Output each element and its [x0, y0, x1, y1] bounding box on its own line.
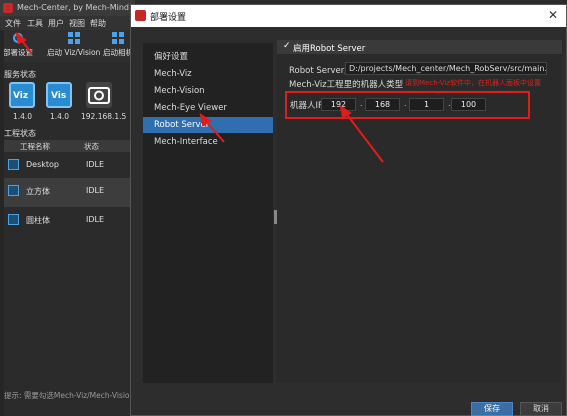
ip-octet-3[interactable]: 1: [409, 98, 444, 111]
cancel-button[interactable]: 取消: [520, 402, 562, 416]
ip-octet-1[interactable]: 192: [321, 98, 356, 111]
enable-label: 启用Robot Server: [293, 44, 366, 54]
close-icon[interactable]: ✕: [548, 8, 558, 22]
save-button[interactable]: 保存: [471, 402, 513, 416]
category-list: 偏好设置 Mech-Viz Mech-Vision Mech-Eye Viewe…: [143, 43, 273, 383]
ip-octet-2[interactable]: 168: [365, 98, 400, 111]
mech-vision-icon[interactable]: Vis: [46, 82, 72, 108]
gear-icon: [12, 32, 24, 44]
project-status-label: 工程状态: [4, 129, 36, 138]
robot-type-note: 请到Mech-Viz软件中，在机器人面板中设置: [405, 79, 542, 87]
main-titlebar: Mech-Center, by Mech-Mind Ltd.: [0, 0, 147, 16]
category-mech-viz[interactable]: Mech-Viz: [143, 66, 273, 82]
menubar: 文件 工具 用户 视图 帮助: [0, 16, 135, 30]
launch-camera-button[interactable]: 启动相机: [103, 32, 133, 58]
project-icon: [8, 214, 19, 225]
deploy-settings-button[interactable]: 部署设置: [3, 32, 33, 58]
menu-file[interactable]: 文件: [5, 18, 21, 29]
camera-ip: 192.168.1.5: [81, 112, 127, 121]
app-logo-icon: [3, 3, 13, 13]
enable-checkbox[interactable]: ✓: [283, 41, 291, 51]
category-robot-server[interactable]: Robot Server: [143, 117, 273, 133]
category-mech-interface[interactable]: Mech-Interface: [143, 134, 273, 150]
dialog-titlebar: 部署设置 ✕: [131, 5, 566, 27]
robot-server-path-field[interactable]: D:/projects/Mech_center/Mech_RobServ/src…: [345, 62, 547, 75]
service-status-label: 服务状态: [4, 70, 36, 79]
ip-dot: .: [404, 99, 407, 108]
main-window-title: Mech-Center, by Mech-Mind Ltd.: [17, 3, 147, 12]
menu-tools[interactable]: 工具: [27, 18, 43, 29]
menu-user[interactable]: 用户: [48, 18, 64, 29]
project-icon: [8, 185, 19, 196]
table-row[interactable]: 圆柱体 IDLE: [4, 207, 135, 233]
col-status: 状态: [84, 142, 99, 151]
enable-robot-server-row[interactable]: ✓ 启用Robot Server: [277, 40, 562, 54]
ip-dot: .: [360, 99, 363, 108]
camera-lens-icon: [88, 87, 110, 104]
col-project-name: 工程名称: [20, 142, 50, 151]
robot-ip-label: 机器人IP: [290, 101, 324, 111]
grid-icon: [67, 32, 80, 44]
table-row[interactable]: 立方体 IDLE: [4, 178, 135, 207]
toolbar: 部署设置 启动 Viz/Vision 启动相机: [0, 30, 135, 62]
category-preferences[interactable]: 偏好设置: [143, 49, 273, 65]
project-icon: [8, 159, 19, 170]
launch-viz-vision-button[interactable]: 启动 Viz/Vision: [47, 32, 100, 58]
dialog-app-icon: [135, 10, 146, 21]
grid-icon: [112, 32, 124, 44]
robot-type-label: Mech-Viz工程里的机器人类型: [289, 80, 404, 90]
menu-view[interactable]: 视图: [69, 18, 85, 29]
mech-viz-icon[interactable]: Viz: [9, 82, 35, 108]
menu-help[interactable]: 帮助: [90, 18, 106, 29]
camera-icon[interactable]: [86, 82, 112, 108]
category-mech-vision[interactable]: Mech-Vision: [143, 83, 273, 99]
hint-text: 提示: 需要勾选Mech-Viz/Mech-Vision自: [4, 391, 132, 400]
table-row[interactable]: Desktop IDLE: [4, 152, 135, 178]
deploy-settings-dialog: 部署设置 ✕ 偏好设置 Mech-Viz Mech-Vision Mech-Ey…: [130, 4, 567, 416]
ip-octet-4[interactable]: 100: [451, 98, 486, 111]
category-mech-eye-viewer[interactable]: Mech-Eye Viewer: [143, 100, 273, 116]
viz-version: 1.4.0: [13, 112, 33, 121]
vision-version: 1.4.0: [50, 112, 70, 121]
project-table-header: 工程名称 状态: [4, 140, 135, 152]
dialog-title: 部署设置: [150, 13, 187, 23]
